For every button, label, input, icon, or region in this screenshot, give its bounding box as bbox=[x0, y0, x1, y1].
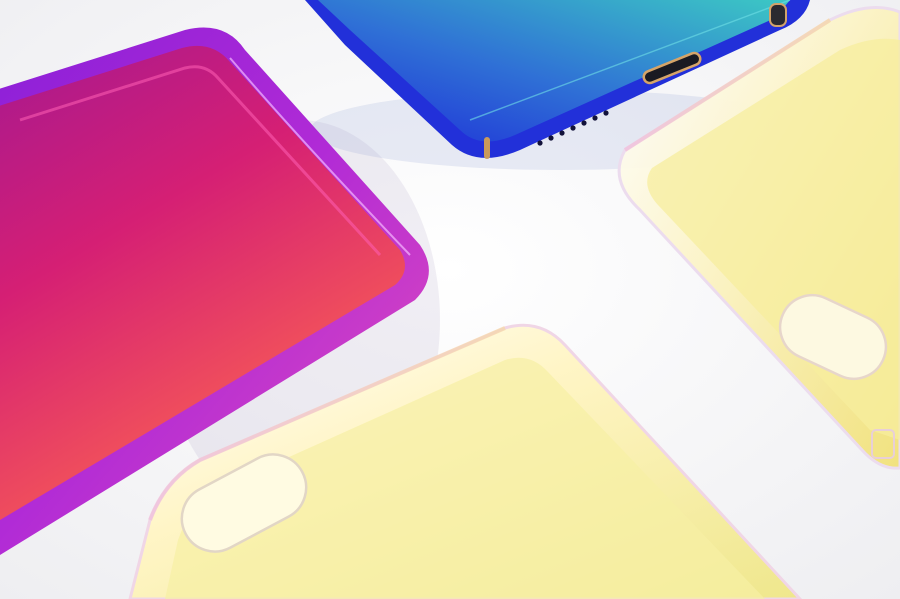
gold-screw bbox=[484, 137, 490, 159]
gold-corner bbox=[769, 3, 787, 27]
photo-scene bbox=[0, 0, 900, 599]
